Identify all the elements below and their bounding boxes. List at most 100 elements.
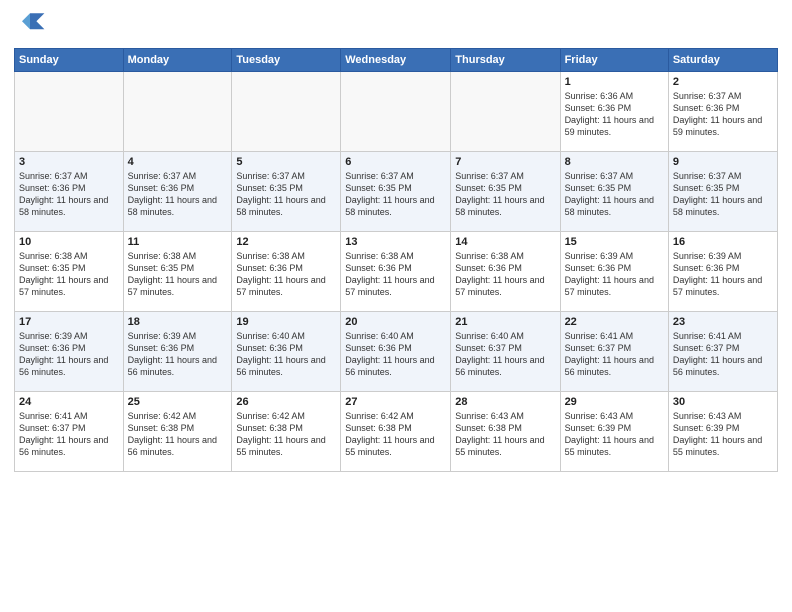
day-number: 7 <box>455 156 555 168</box>
day-number: 13 <box>345 236 446 248</box>
day-cell: 4 Sunrise: 6:37 AMSunset: 6:36 PMDaylight… <box>123 152 232 232</box>
day-number: 1 <box>565 76 664 88</box>
day-cell: 3 Sunrise: 6:37 AMSunset: 6:36 PMDaylight… <box>15 152 124 232</box>
day-number: 19 <box>236 316 336 328</box>
day-info: Sunrise: 6:42 AMSunset: 6:38 PMDaylight:… <box>345 410 446 459</box>
day-number: 18 <box>128 316 228 328</box>
logo-icon <box>14 10 46 42</box>
day-number: 16 <box>673 236 773 248</box>
day-number: 15 <box>565 236 664 248</box>
weekday-thursday: Thursday <box>451 49 560 72</box>
day-info: Sunrise: 6:42 AMSunset: 6:38 PMDaylight:… <box>128 410 228 459</box>
day-info: Sunrise: 6:36 AMSunset: 6:36 PMDaylight:… <box>565 90 664 139</box>
day-info: Sunrise: 6:39 AMSunset: 6:36 PMDaylight:… <box>673 250 773 299</box>
weekday-sunday: Sunday <box>15 49 124 72</box>
calendar-table: SundayMondayTuesdayWednesdayThursdayFrid… <box>14 48 778 472</box>
day-info: Sunrise: 6:40 AMSunset: 6:36 PMDaylight:… <box>236 330 336 379</box>
day-cell: 2 Sunrise: 6:37 AMSunset: 6:36 PMDaylight… <box>668 72 777 152</box>
day-cell: 15Sunrise: 6:39 AMSunset: 6:36 PMDayligh… <box>560 232 668 312</box>
day-number: 12 <box>236 236 336 248</box>
day-info: Sunrise: 6:38 AMSunset: 6:36 PMDaylight:… <box>345 250 446 299</box>
weekday-header-row: SundayMondayTuesdayWednesdayThursdayFrid… <box>15 49 778 72</box>
weekday-wednesday: Wednesday <box>341 49 451 72</box>
day-cell: 9Sunrise: 6:37 AMSunset: 6:35 PMDaylight… <box>668 152 777 232</box>
day-info: Sunrise: 6:37 AMSunset: 6:36 PMDaylight:… <box>128 170 228 219</box>
week-row-4: 17 Sunrise: 6:39 AMSunset: 6:36 PMDayligh… <box>15 312 778 392</box>
week-row-2: 3 Sunrise: 6:37 AMSunset: 6:36 PMDaylight… <box>15 152 778 232</box>
day-info: Sunrise: 6:42 AMSunset: 6:38 PMDaylight:… <box>236 410 336 459</box>
day-cell: 5Sunrise: 6:37 AMSunset: 6:35 PMDaylight… <box>232 152 341 232</box>
day-cell <box>15 72 124 152</box>
logo <box>14 10 50 42</box>
day-info: Sunrise: 6:37 AMSunset: 6:35 PMDaylight:… <box>345 170 446 219</box>
day-number: 10 <box>19 236 119 248</box>
day-number: 17 <box>19 316 119 328</box>
weekday-monday: Monday <box>123 49 232 72</box>
day-info: Sunrise: 6:41 AMSunset: 6:37 PMDaylight:… <box>673 330 773 379</box>
day-cell: 25 Sunrise: 6:42 AMSunset: 6:38 PMDayligh… <box>123 392 232 472</box>
day-info: Sunrise: 6:41 AMSunset: 6:37 PMDaylight:… <box>565 330 664 379</box>
day-info: Sunrise: 6:43 AMSunset: 6:39 PMDaylight:… <box>565 410 664 459</box>
week-row-5: 24 Sunrise: 6:41 AMSunset: 6:37 PMDayligh… <box>15 392 778 472</box>
day-cell: 7 Sunrise: 6:37 AMSunset: 6:35 PMDaylight… <box>451 152 560 232</box>
day-cell: 21Sunrise: 6:40 AMSunset: 6:37 PMDayligh… <box>451 312 560 392</box>
day-info: Sunrise: 6:38 AMSunset: 6:36 PMDaylight:… <box>236 250 336 299</box>
day-info: Sunrise: 6:39 AMSunset: 6:36 PMDaylight:… <box>128 330 228 379</box>
week-row-1: 1 Sunrise: 6:36 AMSunset: 6:36 PMDaylight… <box>15 72 778 152</box>
day-number: 27 <box>345 396 446 408</box>
day-cell: 22 Sunrise: 6:41 AMSunset: 6:37 PMDayligh… <box>560 312 668 392</box>
day-cell: 18 Sunrise: 6:39 AMSunset: 6:36 PMDayligh… <box>123 312 232 392</box>
day-cell <box>341 72 451 152</box>
day-number: 20 <box>345 316 446 328</box>
day-number: 22 <box>565 316 664 328</box>
day-info: Sunrise: 6:37 AMSunset: 6:35 PMDaylight:… <box>455 170 555 219</box>
day-info: Sunrise: 6:39 AMSunset: 6:36 PMDaylight:… <box>19 330 119 379</box>
day-info: Sunrise: 6:43 AMSunset: 6:38 PMDaylight:… <box>455 410 555 459</box>
day-info: Sunrise: 6:41 AMSunset: 6:37 PMDaylight:… <box>19 410 119 459</box>
day-cell: 23Sunrise: 6:41 AMSunset: 6:37 PMDayligh… <box>668 312 777 392</box>
day-number: 29 <box>565 396 664 408</box>
day-number: 3 <box>19 156 119 168</box>
day-number: 4 <box>128 156 228 168</box>
day-number: 24 <box>19 396 119 408</box>
day-number: 8 <box>565 156 664 168</box>
calendar-body: 1 Sunrise: 6:36 AMSunset: 6:36 PMDaylight… <box>15 72 778 472</box>
day-info: Sunrise: 6:38 AMSunset: 6:36 PMDaylight:… <box>455 250 555 299</box>
day-info: Sunrise: 6:37 AMSunset: 6:35 PMDaylight:… <box>673 170 773 219</box>
weekday-tuesday: Tuesday <box>232 49 341 72</box>
day-number: 26 <box>236 396 336 408</box>
day-cell: 6Sunrise: 6:37 AMSunset: 6:35 PMDaylight… <box>341 152 451 232</box>
day-info: Sunrise: 6:37 AMSunset: 6:36 PMDaylight:… <box>673 90 773 139</box>
day-number: 11 <box>128 236 228 248</box>
day-cell: 13 Sunrise: 6:38 AMSunset: 6:36 PMDayligh… <box>341 232 451 312</box>
day-info: Sunrise: 6:38 AMSunset: 6:35 PMDaylight:… <box>128 250 228 299</box>
day-info: Sunrise: 6:40 AMSunset: 6:36 PMDaylight:… <box>345 330 446 379</box>
day-info: Sunrise: 6:37 AMSunset: 6:35 PMDaylight:… <box>565 170 664 219</box>
page: SundayMondayTuesdayWednesdayThursdayFrid… <box>0 0 792 612</box>
day-cell: 29 Sunrise: 6:43 AMSunset: 6:39 PMDayligh… <box>560 392 668 472</box>
day-cell: 30 Sunrise: 6:43 AMSunset: 6:39 PMDayligh… <box>668 392 777 472</box>
day-cell: 16 Sunrise: 6:39 AMSunset: 6:36 PMDayligh… <box>668 232 777 312</box>
day-number: 30 <box>673 396 773 408</box>
day-number: 28 <box>455 396 555 408</box>
day-cell <box>123 72 232 152</box>
day-info: Sunrise: 6:43 AMSunset: 6:39 PMDaylight:… <box>673 410 773 459</box>
day-number: 14 <box>455 236 555 248</box>
day-cell: 10 Sunrise: 6:38 AMSunset: 6:35 PMDayligh… <box>15 232 124 312</box>
day-cell: 26 Sunrise: 6:42 AMSunset: 6:38 PMDayligh… <box>232 392 341 472</box>
day-info: Sunrise: 6:38 AMSunset: 6:35 PMDaylight:… <box>19 250 119 299</box>
day-number: 25 <box>128 396 228 408</box>
header <box>14 10 778 42</box>
day-cell: 8 Sunrise: 6:37 AMSunset: 6:35 PMDaylight… <box>560 152 668 232</box>
day-info: Sunrise: 6:40 AMSunset: 6:37 PMDaylight:… <box>455 330 555 379</box>
day-cell: 20 Sunrise: 6:40 AMSunset: 6:36 PMDayligh… <box>341 312 451 392</box>
calendar-header: SundayMondayTuesdayWednesdayThursdayFrid… <box>15 49 778 72</box>
day-cell: 24 Sunrise: 6:41 AMSunset: 6:37 PMDayligh… <box>15 392 124 472</box>
day-number: 2 <box>673 76 773 88</box>
day-cell: 1 Sunrise: 6:36 AMSunset: 6:36 PMDaylight… <box>560 72 668 152</box>
day-cell: 11 Sunrise: 6:38 AMSunset: 6:35 PMDayligh… <box>123 232 232 312</box>
day-info: Sunrise: 6:37 AMSunset: 6:36 PMDaylight:… <box>19 170 119 219</box>
day-cell: 14 Sunrise: 6:38 AMSunset: 6:36 PMDayligh… <box>451 232 560 312</box>
weekday-friday: Friday <box>560 49 668 72</box>
day-cell: 12 Sunrise: 6:38 AMSunset: 6:36 PMDayligh… <box>232 232 341 312</box>
